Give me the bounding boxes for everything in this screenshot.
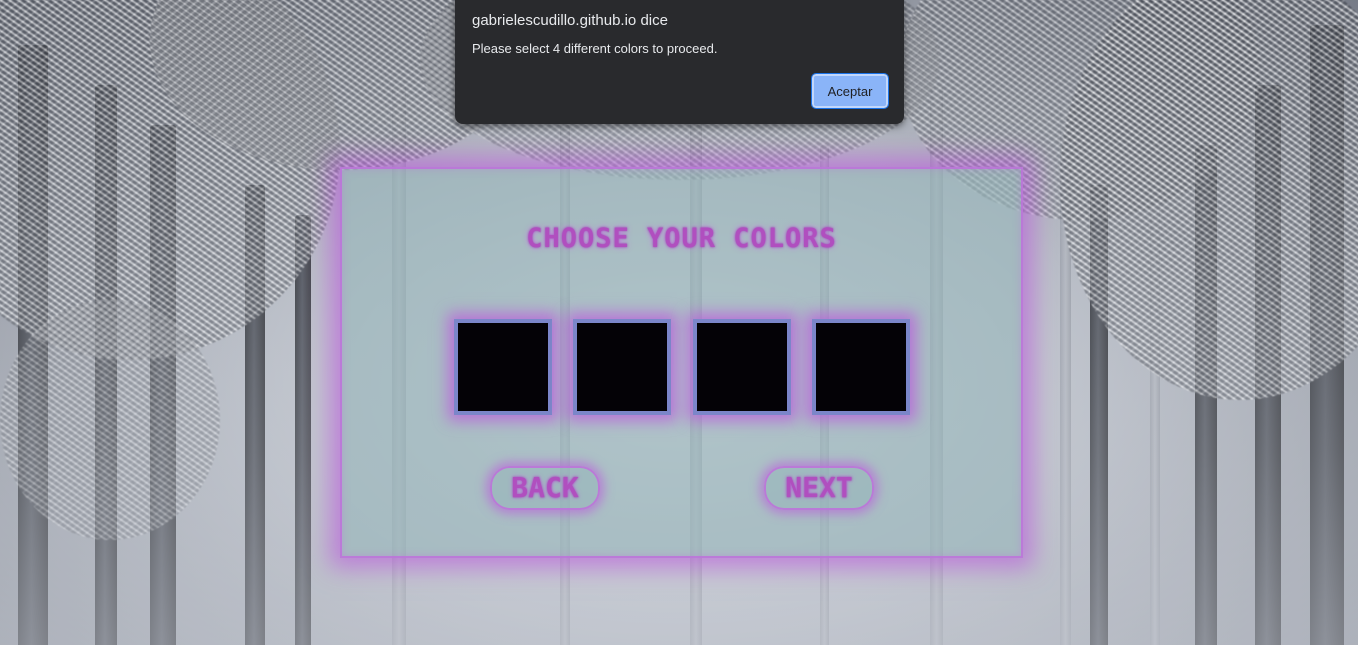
page-title: CHOOSE YOUR COLORS xyxy=(526,223,837,254)
back-button[interactable]: BACK xyxy=(490,466,600,510)
accept-button[interactable]: Aceptar xyxy=(811,73,889,109)
dialog-message: Please select 4 different colors to proc… xyxy=(472,41,718,56)
color-selection-panel: CHOOSE YOUR COLORS BACK NEXT xyxy=(340,167,1023,558)
color-swatch-4[interactable] xyxy=(812,319,910,415)
color-swatch-3[interactable] xyxy=(693,319,791,415)
dialog-origin-text: gabrielescudillo.github.io dice xyxy=(472,12,668,29)
color-swatch-1[interactable] xyxy=(454,319,552,415)
page-background: CHOOSE YOUR COLORS BACK NEXT gabrielescu… xyxy=(0,0,1358,645)
alert-dialog: gabrielescudillo.github.io dice Please s… xyxy=(455,0,904,124)
next-button[interactable]: NEXT xyxy=(764,466,874,510)
color-swatch-2[interactable] xyxy=(573,319,671,415)
